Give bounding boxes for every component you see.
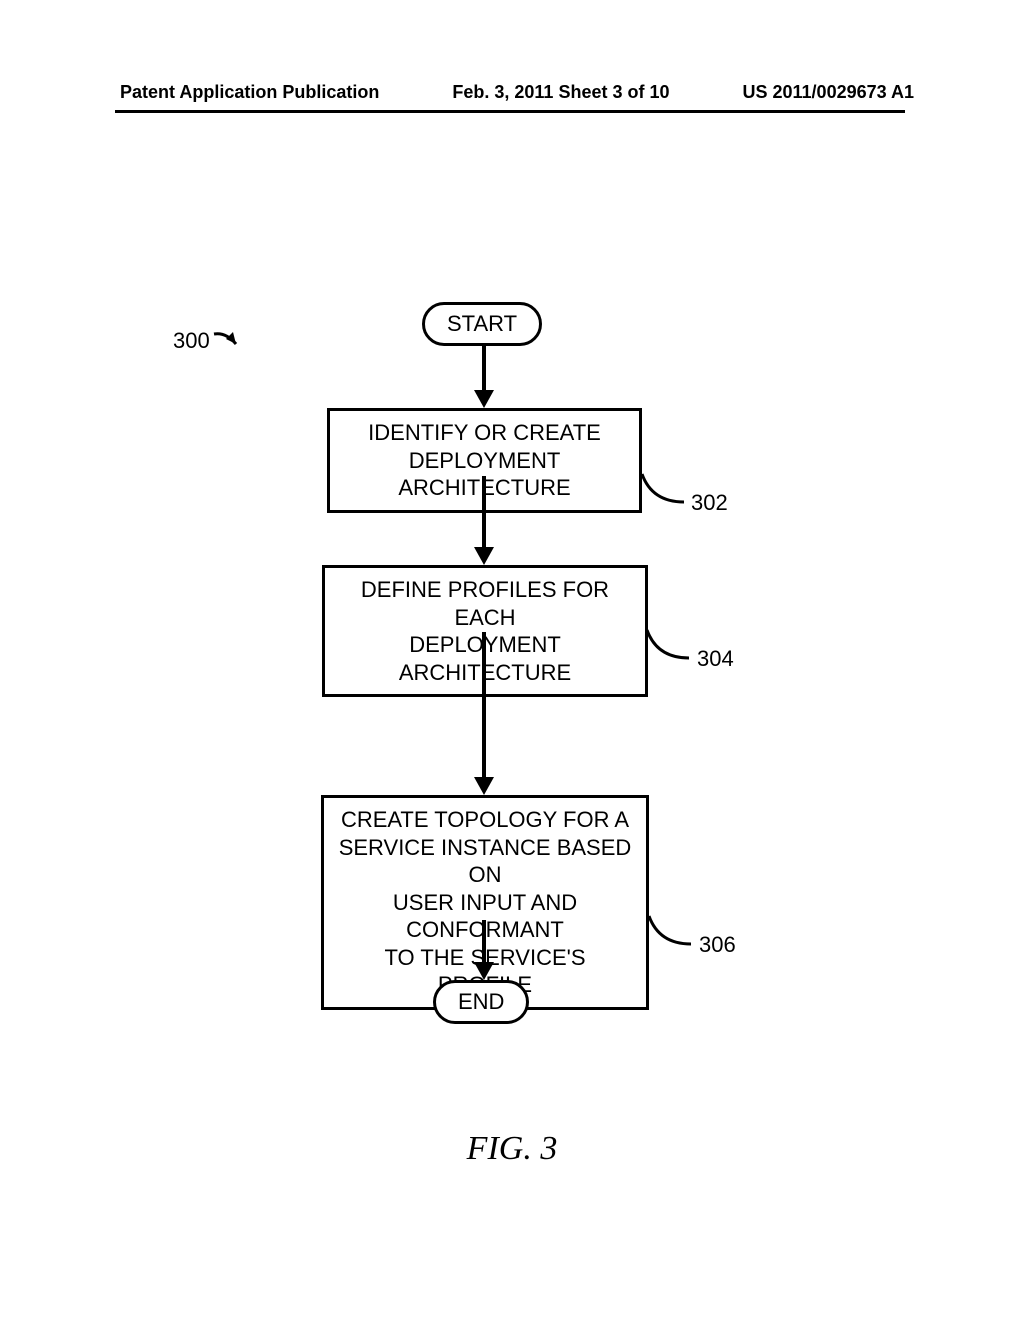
arrow-connector — [482, 632, 486, 782]
arrow-head-icon — [474, 390, 494, 408]
box-304-line1: DEFINE PROFILES FOR EACH — [337, 576, 633, 631]
reference-304: 304 — [697, 646, 734, 672]
leader-302-icon — [640, 472, 690, 512]
page-header: Patent Application Publication Feb. 3, 2… — [0, 82, 1024, 103]
header-patent-number: US 2011/0029673 A1 — [743, 82, 914, 103]
reference-300: 300 — [173, 328, 210, 354]
figure-caption: FIG. 3 — [0, 1130, 1024, 1168]
reference-306: 306 — [699, 932, 736, 958]
reference-300-arrow-icon — [212, 330, 242, 352]
flowchart: 300 START IDENTIFY OR CREATE DEPLOYMENT … — [0, 150, 1024, 930]
arrow-connector — [482, 920, 486, 966]
end-terminator: END — [433, 980, 529, 1024]
arrow-connector — [482, 476, 486, 552]
start-label: START — [447, 311, 517, 336]
arrow-connector — [482, 346, 486, 394]
box-306-line1: CREATE TOPOLOGY FOR A — [336, 806, 634, 834]
arrow-head-icon — [474, 777, 494, 795]
end-label: END — [458, 989, 504, 1014]
start-terminator: START — [422, 302, 542, 346]
box-306-line2: SERVICE INSTANCE BASED ON — [336, 834, 634, 889]
header-rule — [115, 110, 905, 113]
header-sheet: Feb. 3, 2011 Sheet 3 of 10 — [452, 82, 669, 103]
box-302-line1: IDENTIFY OR CREATE — [342, 419, 627, 447]
header-publication: Patent Application Publication — [120, 82, 379, 103]
arrow-head-icon — [474, 962, 494, 980]
reference-302: 302 — [691, 490, 728, 516]
leader-306-icon — [647, 914, 697, 954]
arrow-head-icon — [474, 547, 494, 565]
leader-304-icon — [645, 628, 695, 668]
